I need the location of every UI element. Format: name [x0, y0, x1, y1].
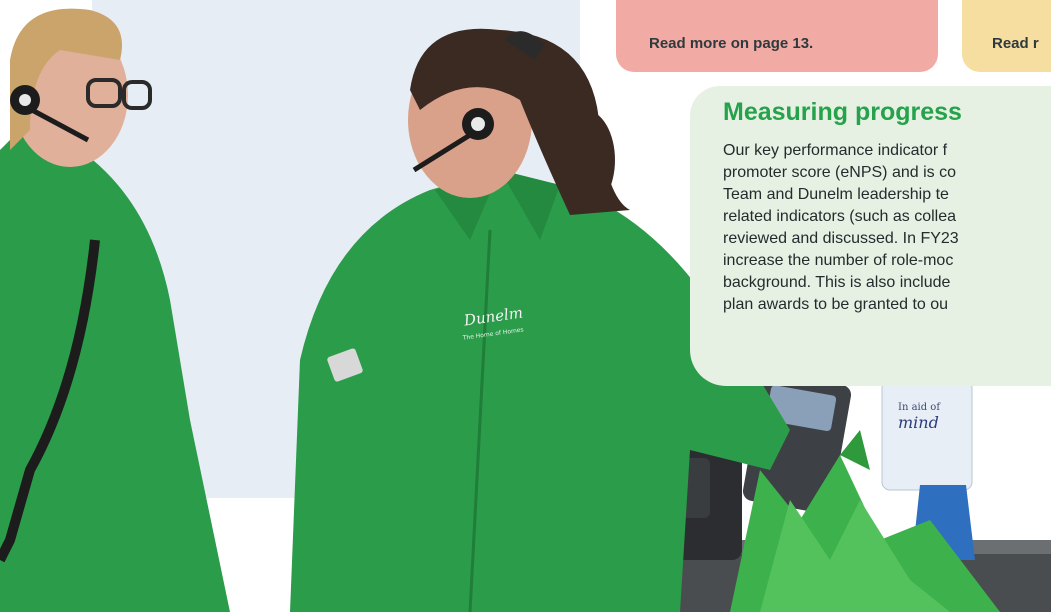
charity-box: [881, 379, 973, 491]
body-line: increase the number of role-moc: [723, 252, 954, 269]
read-more-link[interactable]: Read more on page 13.: [649, 35, 813, 52]
measuring-progress-panel: Measuring progress Our key performance i…: [690, 86, 1051, 386]
svg-text:In aid of: In aid of: [898, 402, 941, 413]
section-heading: Measuring progress: [723, 98, 962, 126]
read-more-link-secondary[interactable]: Read r: [992, 35, 1039, 52]
page-reference-card: Read more on page 13.: [616, 0, 938, 72]
body-line: background. This is also include: [723, 274, 951, 291]
body-line: reviewed and discussed. In FY23: [723, 230, 959, 247]
person-left-fleece: [0, 130, 230, 612]
body-line: Our key performance indicator f: [723, 142, 948, 159]
section-body: Our key performance indicator f promoter…: [723, 140, 1051, 316]
page-reference-card-secondary: Read r: [962, 0, 1051, 72]
body-line: related indicators (such as collea: [723, 208, 957, 225]
svg-text:mind: mind: [898, 413, 939, 432]
body-line: plan awards to be granted to ou: [723, 296, 949, 313]
body-line: promoter score (eNPS) and is co: [723, 164, 956, 181]
body-line: Team and Dunelm leadership te: [723, 186, 949, 203]
